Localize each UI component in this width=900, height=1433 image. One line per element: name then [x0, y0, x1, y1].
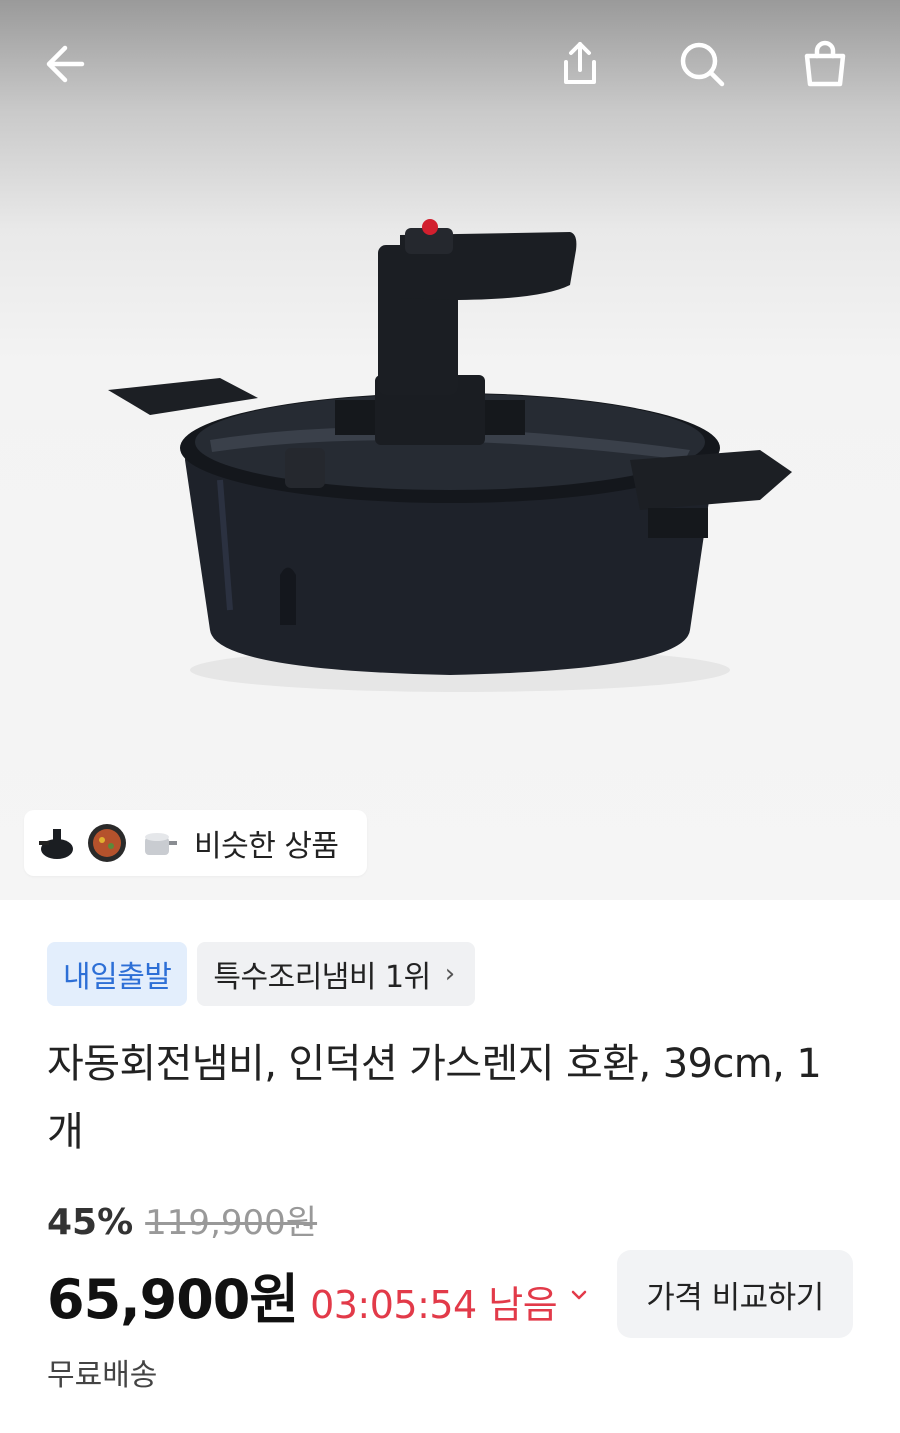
similar-products-chip[interactable]: 비슷한 상품: [24, 810, 367, 876]
search-icon: [680, 42, 725, 87]
back-button[interactable]: [34, 32, 98, 96]
share-button[interactable]: [548, 32, 612, 96]
delivery-badge: 내일출발: [47, 942, 188, 1006]
arrow-left-icon: [46, 45, 85, 83]
product-image-area[interactable]: 비슷한 상품: [0, 0, 900, 900]
similar-thumb-1: [34, 820, 80, 866]
similar-thumb-3: [134, 820, 180, 866]
ranking-badge[interactable]: 특수조리냄비 1위 ›: [197, 942, 475, 1006]
cart-button[interactable]: [793, 32, 857, 96]
countdown-timer[interactable]: 03:05:54 남음: [310, 1274, 558, 1329]
price-compare-button[interactable]: 가격 비교하기: [617, 1250, 853, 1338]
badge-row: 내일출발 특수조리냄비 1위 ›: [47, 942, 475, 1006]
chevron-right-icon: ›: [444, 959, 455, 989]
ranking-badge-label: 특수조리냄비 1위: [213, 960, 431, 995]
discount-row: 45% 119,900원: [47, 1195, 317, 1244]
sale-price: 65,900원: [47, 1268, 299, 1331]
similar-products-label: 비슷한 상품: [194, 829, 339, 864]
share-upload-icon: [564, 42, 596, 84]
top-bar: [0, 0, 900, 130]
similar-thumb-2: [84, 820, 130, 866]
product-photo: [108, 219, 792, 692]
stainless-pot-thumbnail-icon: [145, 833, 177, 855]
chevron-down-icon[interactable]: [567, 1283, 591, 1307]
price-row: 65,900원 03:05:54 남음: [47, 1255, 591, 1334]
pan-food-thumbnail-icon: [88, 824, 126, 862]
shipping-info: 무료배송: [47, 1358, 158, 1393]
search-button[interactable]: [670, 32, 734, 96]
pot-thumbnail-icon: [39, 829, 73, 859]
product-title: 자동회전냄비, 인덕션 가스렌지 호환, 39cm, 1개: [47, 1041, 822, 1155]
discount-rate: 45%: [47, 1202, 134, 1243]
original-price: 119,900원: [145, 1203, 318, 1243]
shopping-bag-icon: [804, 40, 846, 87]
